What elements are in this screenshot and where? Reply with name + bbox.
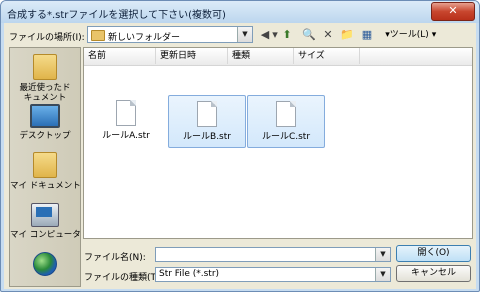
desktop-icon [30, 104, 60, 128]
file-name: ルールA.str [102, 131, 150, 141]
column-header-modified[interactable]: 更新日時 [156, 48, 228, 64]
my-computer-icon [31, 203, 59, 227]
look-in-value: 新しいフォルダー [108, 33, 181, 43]
file-item-rule-c[interactable]: ルールC.str [247, 95, 325, 148]
places-bar: 最近使ったド キュメント デスクトップ マイ ドキュメント マイ コンピュータ [9, 47, 81, 287]
file-item-rule-a[interactable]: ルールA.str [87, 95, 165, 148]
place-label: マイ コンピュータ [10, 230, 81, 240]
new-folder-icon[interactable]: 📁 [340, 27, 354, 43]
title-bar[interactable]: 合成する*.strファイルを選択して下さい(複数可) ✕ [1, 1, 479, 23]
place-my-computer[interactable]: マイ コンピュータ [10, 203, 81, 240]
place-my-documents[interactable]: マイ ドキュメント [10, 152, 81, 191]
file-list-view[interactable]: 名前 更新日時 種類 サイズ ルールA.str ルールB.str ルールC.st… [83, 47, 473, 239]
back-icon[interactable]: ◀ [259, 27, 271, 43]
document-icon [116, 100, 136, 126]
file-name: ルールB.str [183, 132, 231, 142]
look-in-combobox[interactable]: 新しいフォルダー ▼ [87, 26, 253, 43]
dialog-title: 合成する*.strファイルを選択して下さい(複数可) [7, 10, 226, 21]
document-icon [197, 101, 217, 127]
tools-menu-button[interactable]: ▾ツール(L) [380, 27, 434, 43]
column-header-type[interactable]: 種類 [228, 48, 294, 64]
file-open-dialog: 合成する*.strファイルを選択して下さい(複数可) ✕ ファイルの場所(I):… [0, 0, 480, 292]
my-documents-icon [33, 152, 57, 178]
file-item-rule-b[interactable]: ルールB.str [168, 95, 246, 148]
recent-documents-icon [33, 54, 57, 80]
chevron-down-icon[interactable]: ▼ [237, 27, 252, 42]
folder-icon [91, 30, 105, 41]
look-in-label: ファイルの場所(I): [9, 33, 85, 43]
filetype-select[interactable]: Str File (*.str) ▼ [155, 267, 391, 282]
close-button[interactable]: ✕ [431, 2, 475, 21]
tools-menu-arrow-icon[interactable]: ▾ [429, 27, 439, 43]
up-folder-icon[interactable]: ⬆ [280, 27, 294, 43]
cancel-button[interactable]: キャンセル [396, 265, 471, 282]
search-web-icon[interactable]: 🔍 [302, 27, 316, 43]
filename-input[interactable]: ▼ [155, 247, 391, 262]
place-label: デスクトップ [19, 131, 71, 141]
delete-icon[interactable]: ✕ [322, 27, 334, 43]
place-label: 最近使ったド キュメント [19, 83, 71, 103]
chevron-down-icon[interactable]: ▼ [375, 268, 390, 281]
filename-label: ファイル名(N): [84, 253, 146, 263]
chevron-down-icon[interactable]: ▼ [375, 248, 390, 261]
place-network[interactable] [10, 252, 80, 279]
place-desktop[interactable]: デスクトップ [10, 104, 80, 141]
column-header-row: 名前 更新日時 種類 サイズ [84, 48, 472, 66]
back-history-arrow-icon[interactable]: ▾ [271, 27, 279, 43]
open-button[interactable]: 開く(O) [396, 245, 471, 262]
dialog-body: ファイルの場所(I): 新しいフォルダー ▼ ◀ ▾ ⬆ 🔍 ✕ 📁 ▦ ▾ツー… [4, 23, 476, 289]
column-header-name[interactable]: 名前 [84, 48, 156, 64]
views-icon[interactable]: ▦ [360, 27, 374, 43]
place-label: マイ ドキュメント [10, 181, 81, 191]
filetype-label: ファイルの種類(T): [84, 273, 163, 283]
file-name: ルールC.str [261, 132, 311, 142]
column-header-size[interactable]: サイズ [294, 48, 360, 64]
network-globe-icon [33, 252, 57, 276]
filetype-value: Str File (*.str) [159, 269, 220, 279]
document-icon [276, 101, 296, 127]
place-recent-documents[interactable]: 最近使ったド キュメント [10, 54, 80, 103]
